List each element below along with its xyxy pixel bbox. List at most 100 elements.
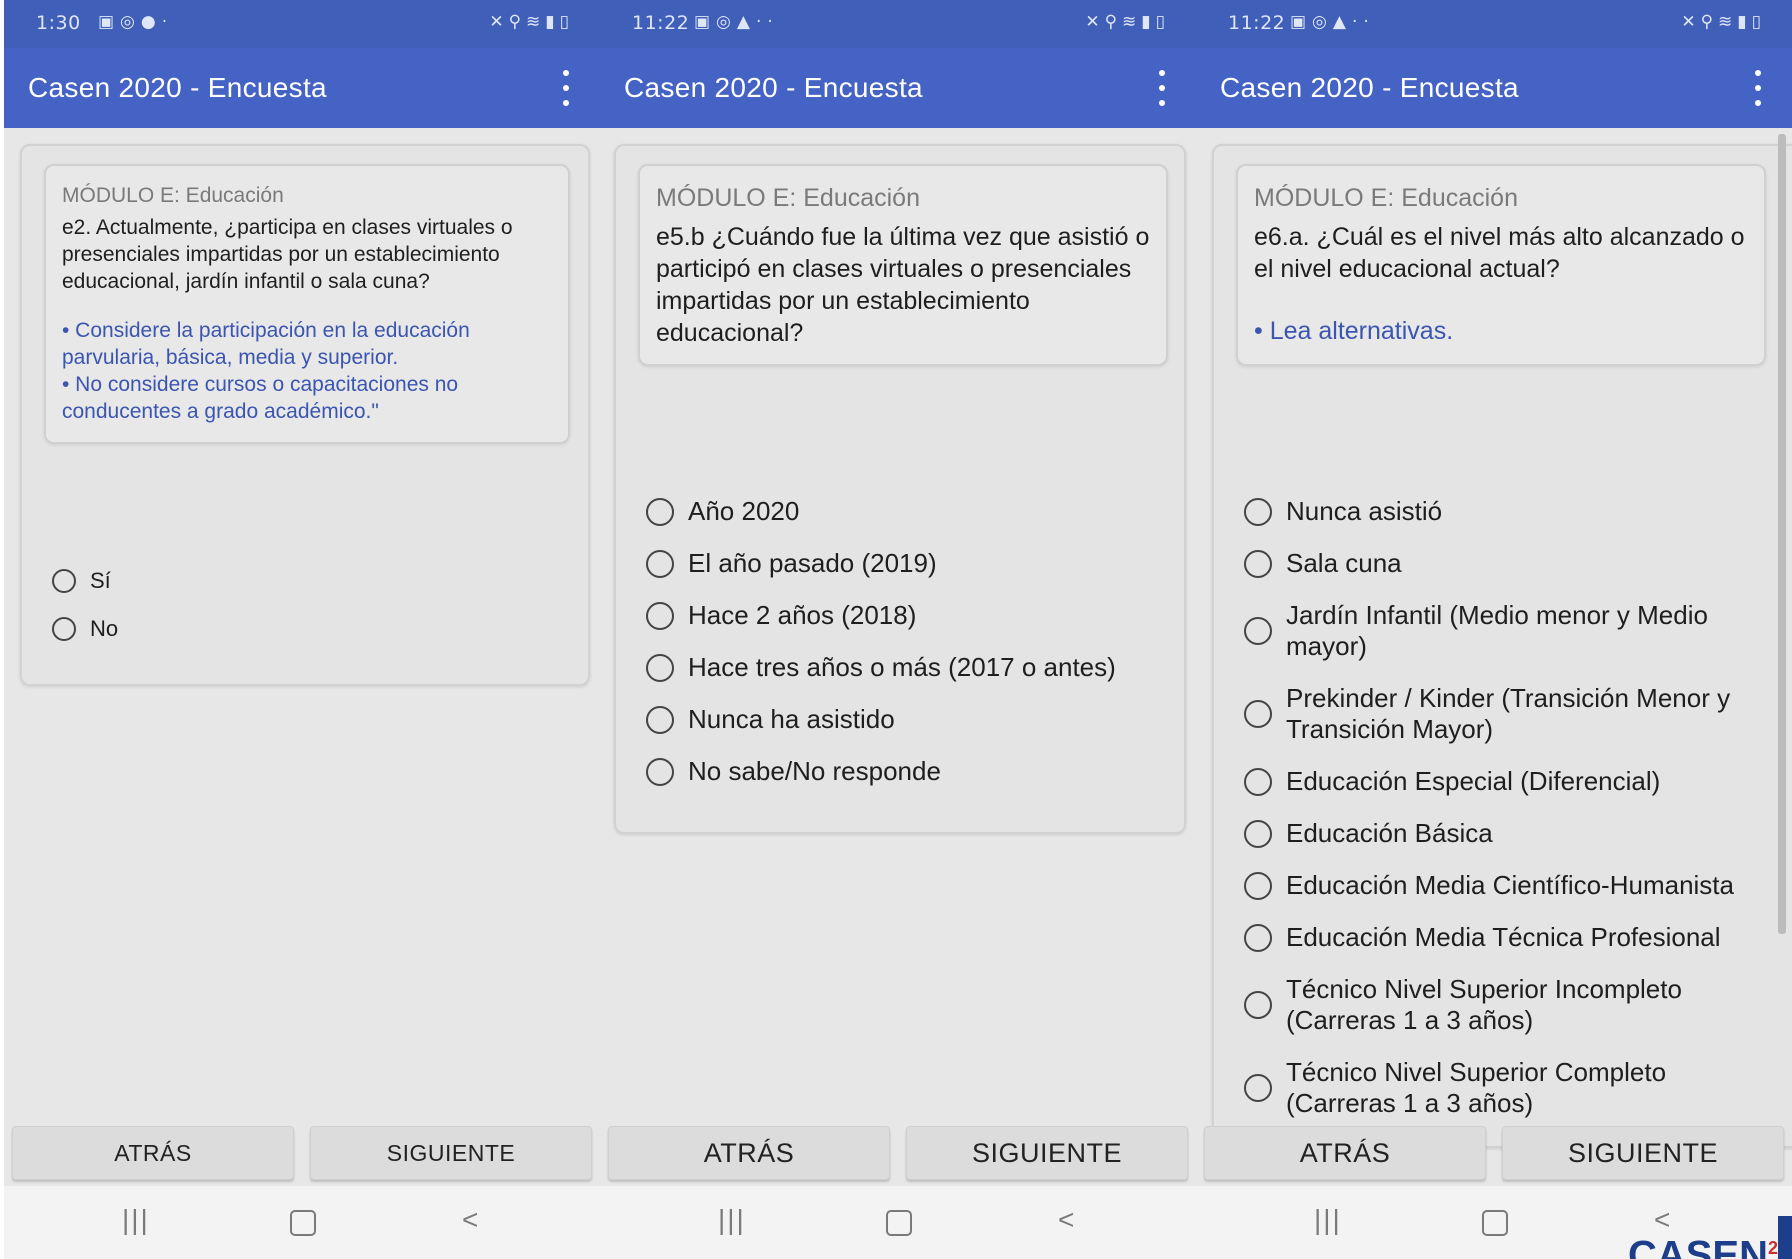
signal-icons: ✕⚲≋▮▯ (489, 12, 574, 32)
instructions: • Considere la participación en la educa… (62, 317, 552, 425)
status-time: 1:30 (36, 12, 81, 34)
radio-option[interactable]: Técnico Nivel Superior Completo (Carrera… (1244, 1057, 1756, 1119)
home-icon[interactable] (290, 1210, 316, 1236)
next-button[interactable]: SIGUIENTE (906, 1126, 1188, 1180)
next-button[interactable]: SIGUIENTE (310, 1126, 592, 1180)
status-bar: 11:22 ▣◎▲·· ✕⚲≋▮▯ (1196, 0, 1792, 48)
home-icon[interactable] (1482, 1210, 1508, 1236)
radio-button[interactable] (1244, 923, 1272, 952)
back-nav-icon[interactable]: < (462, 1204, 478, 1236)
module-label: MÓDULO E: Educación (62, 184, 284, 207)
radio-button[interactable] (1244, 549, 1272, 578)
radio-option[interactable]: Hace 2 años (2018) (646, 600, 1116, 631)
radio-option[interactable]: No sabe/No responde (646, 756, 1116, 787)
option-label: Sí (90, 568, 111, 593)
radio-button[interactable] (1244, 767, 1272, 796)
radio-option[interactable]: El año pasado (2019) (646, 548, 1116, 579)
instruction-item: • Lea alternativas. (1254, 317, 1454, 345)
notification-icons: ▣◎▲·· (1290, 12, 1375, 32)
radio-button[interactable] (1244, 991, 1272, 1019)
back-button[interactable]: ATRÁS (1204, 1126, 1486, 1180)
recent-apps-icon[interactable]: ||| (718, 1204, 746, 1236)
radio-option[interactable]: Prekinder / Kinder (Transición Menor y T… (1244, 683, 1756, 745)
next-button[interactable]: SIGUIENTE (1502, 1126, 1784, 1180)
instruction-item: • Considere la participación en la educa… (62, 319, 470, 369)
option-label: Nunca ha asistido (688, 704, 895, 734)
radio-button[interactable] (1244, 871, 1272, 900)
radio-option[interactable]: Nunca ha asistido (646, 704, 1116, 735)
answer-options: Año 2020 El año pasado (2019) Hace 2 año… (646, 496, 1116, 808)
option-label: No (90, 616, 119, 641)
app-title: Casen 2020 - Encuesta (624, 72, 923, 103)
signal-icons: ✕⚲≋▮▯ (1681, 12, 1766, 32)
phone-screen-e5b: 11:22 ▣◎▲·· ✕⚲≋▮▯ Casen 2020 - Encuesta … (600, 0, 1196, 1259)
question-card: MÓDULO E: Educación e6.a. ¿Cuál es el ni… (1212, 144, 1792, 1148)
app-title: Casen 2020 - Encuesta (28, 72, 327, 103)
radio-button[interactable] (1244, 1074, 1272, 1102)
button-bar: ATRÁS SIGUIENTE (600, 1126, 1196, 1182)
module-label: MÓDULO E: Educación (656, 184, 920, 212)
overflow-menu-icon[interactable] (1156, 70, 1168, 106)
radio-option[interactable]: Nunca asistió (1244, 496, 1756, 527)
recent-apps-icon[interactable]: ||| (1314, 1204, 1342, 1236)
option-label: Educación Media Científico-Humanista (1286, 870, 1734, 900)
radio-option[interactable]: Jardín Infantil (Medio menor y Medio may… (1244, 600, 1756, 662)
radio-button[interactable] (646, 653, 674, 682)
radio-option[interactable]: Técnico Nivel Superior Incompleto (Carre… (1244, 974, 1756, 1036)
signal-icons: ✕⚲≋▮▯ (1085, 12, 1170, 32)
status-time: 11:22 (1228, 12, 1286, 34)
overflow-menu-icon[interactable] (1752, 70, 1764, 106)
radio-button[interactable] (1244, 617, 1272, 645)
radio-button[interactable] (646, 549, 674, 578)
notification-icons: ▣◎▲·· (694, 12, 779, 32)
radio-option[interactable]: Educación Especial (Diferencial) (1244, 766, 1756, 797)
radio-option[interactable]: Educación Básica (1244, 818, 1756, 849)
question-card: MÓDULO E: Educación e5.b ¿Cuándo fue la … (614, 144, 1186, 834)
radio-button[interactable] (1244, 497, 1272, 526)
radio-button[interactable] (646, 757, 674, 786)
recent-apps-icon[interactable]: ||| (122, 1204, 150, 1236)
option-label: Hace tres años o más (2017 o antes) (688, 652, 1116, 682)
question-box: MÓDULO E: Educación e5.b ¿Cuándo fue la … (638, 164, 1168, 366)
radio-option[interactable]: Sala cuna (1244, 548, 1756, 579)
app-bar: Casen 2020 - Encuesta (4, 48, 600, 128)
instructions: • Lea alternativas. (1254, 315, 1748, 347)
radio-button[interactable] (52, 569, 76, 593)
back-nav-icon[interactable]: < (1058, 1204, 1074, 1236)
option-label: No sabe/No responde (688, 756, 941, 786)
option-label: Nunca asistió (1286, 496, 1443, 526)
back-button[interactable]: ATRÁS (608, 1126, 890, 1180)
system-nav-bar: ||| < (600, 1186, 1196, 1259)
question-card: MÓDULO E: Educación e2. Actualmente, ¿pa… (20, 144, 590, 686)
casen-logo: CASEN20 (1628, 1233, 1788, 1259)
radio-option[interactable]: Hace tres años o más (2017 o antes) (646, 652, 1116, 683)
option-label: Técnico Nivel Superior Completo (Carrera… (1286, 1057, 1667, 1118)
app-bar: Casen 2020 - Encuesta (1196, 48, 1792, 128)
overflow-menu-icon[interactable] (560, 70, 572, 106)
question-text: e6.a. ¿Cuál es el nivel más alto alcanza… (1254, 223, 1745, 283)
system-nav-bar: ||| < (4, 1186, 600, 1259)
home-icon[interactable] (886, 1210, 912, 1236)
back-nav-icon[interactable]: < (1654, 1204, 1670, 1236)
option-label: Prekinder / Kinder (Transición Menor y T… (1286, 683, 1731, 744)
radio-option[interactable]: Sí (52, 566, 118, 596)
option-label: Educación Especial (Diferencial) (1286, 766, 1661, 796)
radio-option[interactable]: No (52, 614, 118, 644)
radio-option[interactable]: Educación Media Técnica Profesional (1244, 922, 1756, 953)
option-label: Educación Básica (1286, 818, 1493, 848)
radio-option[interactable]: Educación Media Científico-Humanista (1244, 870, 1756, 901)
button-bar: ATRÁS SIGUIENTE (4, 1126, 600, 1182)
radio-button[interactable] (1244, 700, 1272, 728)
radio-button[interactable] (646, 497, 674, 526)
radio-button[interactable] (646, 601, 674, 630)
scrollbar[interactable] (1778, 134, 1786, 934)
status-bar: 1:30 ▣◎●· ✕⚲≋▮▯ (4, 0, 600, 48)
radio-button[interactable] (646, 705, 674, 734)
radio-option[interactable]: Año 2020 (646, 496, 1116, 527)
radio-button[interactable] (52, 617, 76, 641)
system-nav-bar: ||| < CASEN20 (1196, 1186, 1792, 1259)
back-button[interactable]: ATRÁS (12, 1126, 294, 1180)
status-time: 11:22 (632, 12, 690, 34)
radio-button[interactable] (1244, 819, 1272, 848)
logo-text: CASEN (1627, 1233, 1768, 1259)
